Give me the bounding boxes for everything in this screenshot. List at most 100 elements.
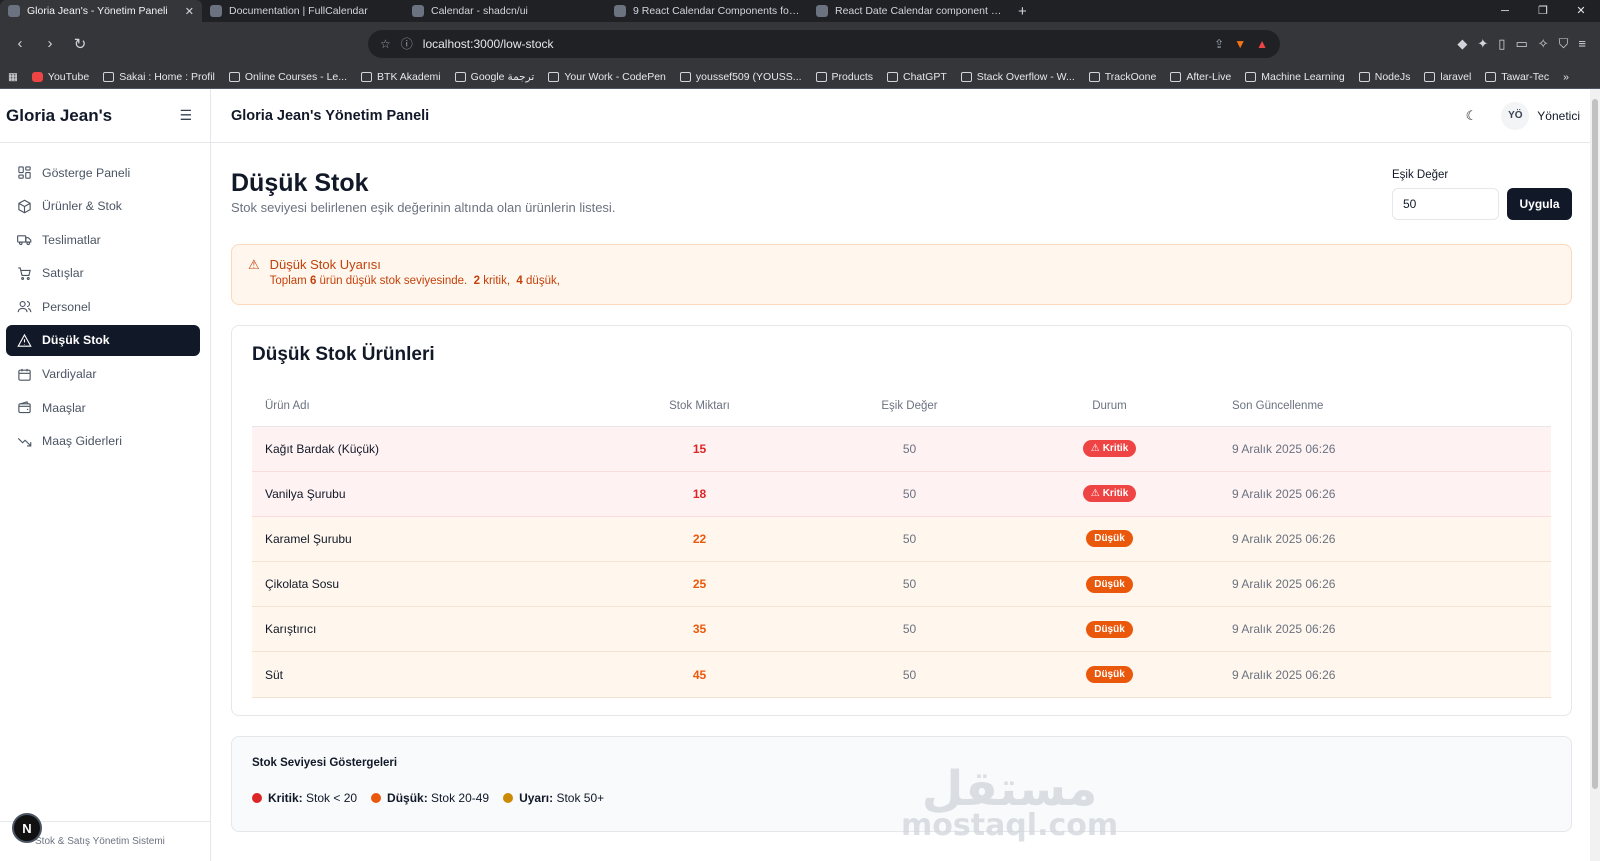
back-icon[interactable]: ‹ xyxy=(8,32,32,56)
sidebar-item[interactable]: Satışlar xyxy=(6,258,200,289)
leo-icon[interactable]: ✧ xyxy=(1538,36,1549,52)
bookmark-item[interactable]: Machine Learning xyxy=(1245,70,1345,83)
browser-tab[interactable]: Calendar - shadcn/ui xyxy=(404,0,606,22)
legend-row: Kritik: Stok < 20 Düşük: Stok 20-49 Uyarı:… xyxy=(252,791,1551,805)
wallet-icon[interactable]: ▭ xyxy=(1515,36,1527,52)
status-cell: Düşük xyxy=(1072,606,1147,653)
folder-icon xyxy=(103,71,115,82)
browser-tab[interactable]: Documentation | FullCalendar xyxy=(202,0,404,22)
bookmark-item[interactable]: Sakai : Home : Profil xyxy=(103,71,215,83)
sidebar-item[interactable]: Vardiyalar xyxy=(6,359,200,390)
bookmark-item[interactable]: Your Work - CodePen xyxy=(548,71,666,83)
sidebar-item-label: Düşük Stok xyxy=(42,333,110,348)
bookmark-item[interactable]: NodeJs xyxy=(1358,71,1410,83)
sidebar-item-label: Gösterge Paneli xyxy=(42,165,131,180)
close-window-icon[interactable]: ✕ xyxy=(1562,0,1600,22)
bookmark-icon[interactable]: ☆ xyxy=(380,37,391,51)
sidebar-item[interactable]: Maaş Giderleri xyxy=(6,426,200,457)
apply-button[interactable]: Uygula xyxy=(1507,188,1572,220)
sidebar-item[interactable]: Personel xyxy=(6,291,200,322)
site-info-icon[interactable]: ⓘ xyxy=(401,35,413,52)
address-bar[interactable]: ☆ ⓘ localhost:3000/low-stock ⇪ ▼ ▲ xyxy=(368,29,1280,58)
alert-text: Toplam 6 ürün düşük stok seviyesinde. 2 … xyxy=(269,275,560,287)
threshold-input[interactable] xyxy=(1392,188,1499,220)
page-title: Düşük Stok xyxy=(231,169,369,197)
sidebar-item[interactable]: Düşük Stok xyxy=(6,324,200,356)
bookmark-item[interactable]: youssef509 (YOUSS... xyxy=(679,71,802,83)
status-cell: Düşük xyxy=(1072,651,1147,698)
bookmark-item[interactable]: laravel xyxy=(1424,71,1471,83)
avatar[interactable]: YÖ xyxy=(1501,101,1530,130)
status-cell: Düşük xyxy=(1072,516,1147,563)
brave-shield-icon[interactable]: ▼ xyxy=(1234,37,1246,51)
vpn-icon[interactable]: ⛉ xyxy=(1559,36,1569,52)
close-tab-icon[interactable]: ✕ xyxy=(185,5,194,18)
sidebar-item[interactable]: Ürünler & Stok xyxy=(6,191,200,222)
bookmark-label: Machine Learning xyxy=(1261,70,1345,83)
status-badge: ⚠ Kritik xyxy=(1082,485,1137,503)
more-bookmarks-icon[interactable]: » xyxy=(1563,71,1569,83)
tab-title: Gloria Jean's - Yönetim Paneli xyxy=(27,5,168,17)
minimize-icon[interactable]: ─ xyxy=(1486,0,1524,22)
reload-icon[interactable]: ↻ xyxy=(68,32,92,56)
browser-tab[interactable]: React Date Calendar component - M xyxy=(808,0,1010,22)
status-badge: Düşük xyxy=(1086,620,1133,638)
bookmark-item[interactable]: Online Courses - Le... xyxy=(228,71,347,83)
maximize-icon[interactable]: ❐ xyxy=(1524,0,1562,22)
bookmark-item[interactable]: ChatGPT xyxy=(886,70,947,83)
table-row: Karamel Şurubu 22 50 Düşük 9 Aralık 2025 06:… xyxy=(252,516,1551,563)
calendar-icon xyxy=(16,366,32,382)
bookmark-item[interactable]: Google ترجمة xyxy=(454,71,534,83)
user-role[interactable]: Yönetici xyxy=(1537,109,1580,123)
bookmark-item[interactable]: After-Live xyxy=(1170,71,1231,83)
theme-toggle-icon[interactable]: ☾ xyxy=(1466,108,1478,124)
bookmark-item[interactable]: Products xyxy=(815,71,873,83)
sidebar-item[interactable]: Maaşlar xyxy=(6,392,200,423)
threshold-value: 50 xyxy=(747,426,1072,472)
bookmark-item[interactable]: YouTube xyxy=(31,71,89,83)
tab-title: 9 React Calendar Components for Yo xyxy=(633,5,800,17)
status-cell: ⚠ Kritik xyxy=(1072,471,1147,517)
folder-icon xyxy=(1245,71,1257,82)
product-name: Vanilya Şurubu xyxy=(252,471,652,517)
url-text[interactable]: localhost:3000/low-stock xyxy=(423,37,1204,51)
page-scrollbar[interactable] xyxy=(1590,89,1600,861)
tab-title: Calendar - shadcn/ui xyxy=(431,5,528,17)
calendar-icon xyxy=(210,5,222,17)
browser-tab[interactable]: 9 React Calendar Components for Yo xyxy=(606,0,808,22)
bookmark-item[interactable]: Stack Overflow - W... xyxy=(960,71,1075,83)
forward-icon[interactable]: › xyxy=(38,32,62,56)
next-dev-badge[interactable]: N xyxy=(12,813,42,843)
menu-icon[interactable]: ≡ xyxy=(1578,36,1586,52)
legend-dot xyxy=(371,793,382,803)
browser-tab[interactable]: Gloria Jean's - Yönetim Paneli ✕ xyxy=(0,0,202,22)
table-row: Çikolata Sosu 25 50 Düşük 9 Aralık 2025 06:2… xyxy=(252,561,1551,608)
bookmarks-bar: ▦ YouTube Sakai : Home : Profil Online Cou… xyxy=(0,65,1600,89)
brave-rewards-icon[interactable]: ▲ xyxy=(1256,37,1268,51)
stock-amount: 22 xyxy=(652,516,747,563)
legend-item: Kritik: Stok < 20 xyxy=(252,791,357,805)
new-tab-button[interactable]: + xyxy=(1010,3,1035,20)
extension-icon[interactable]: ◆ xyxy=(1457,36,1467,52)
bookmark-item[interactable]: TrackOone xyxy=(1088,71,1156,83)
apps-icon[interactable]: ▦ xyxy=(8,71,18,83)
youtube-icon xyxy=(31,71,43,82)
shadcn-icon xyxy=(412,5,424,17)
bookmark-item[interactable]: Tawar-Tec xyxy=(1485,71,1549,83)
app-title: Gloria Jean's Yönetim Paneli xyxy=(231,107,430,124)
footer-text: Stok & Satış Yönetim Sistemi xyxy=(35,836,165,847)
updated-at: 9 Aralık 2025 06:26 xyxy=(1147,426,1551,472)
status-badge: Düşük xyxy=(1086,530,1133,548)
sidebar-item[interactable]: Gösterge Paneli xyxy=(6,157,200,188)
bookmark-item[interactable]: BTK Akademi xyxy=(361,71,441,83)
stock-amount: 25 xyxy=(652,561,747,608)
stock-legend-card: Stok Seviyesi Göstergeleri Kritik: Stok … xyxy=(231,736,1572,832)
sidebar-toggle-icon[interactable]: ▯ xyxy=(1498,36,1505,52)
bookmark-label: ChatGPT xyxy=(902,70,947,83)
sidebar-item[interactable]: Teslimatlar xyxy=(6,224,200,255)
hamburger-icon[interactable]: ☰ xyxy=(179,107,192,124)
folder-icon xyxy=(886,71,898,82)
puzzle-icon[interactable]: ✦ xyxy=(1477,36,1488,52)
table-row: Vanilya Şurubu 18 50 ⚠ Kritik 9 Aralık 2025 0… xyxy=(252,471,1551,517)
share-icon[interactable]: ⇪ xyxy=(1214,37,1224,51)
